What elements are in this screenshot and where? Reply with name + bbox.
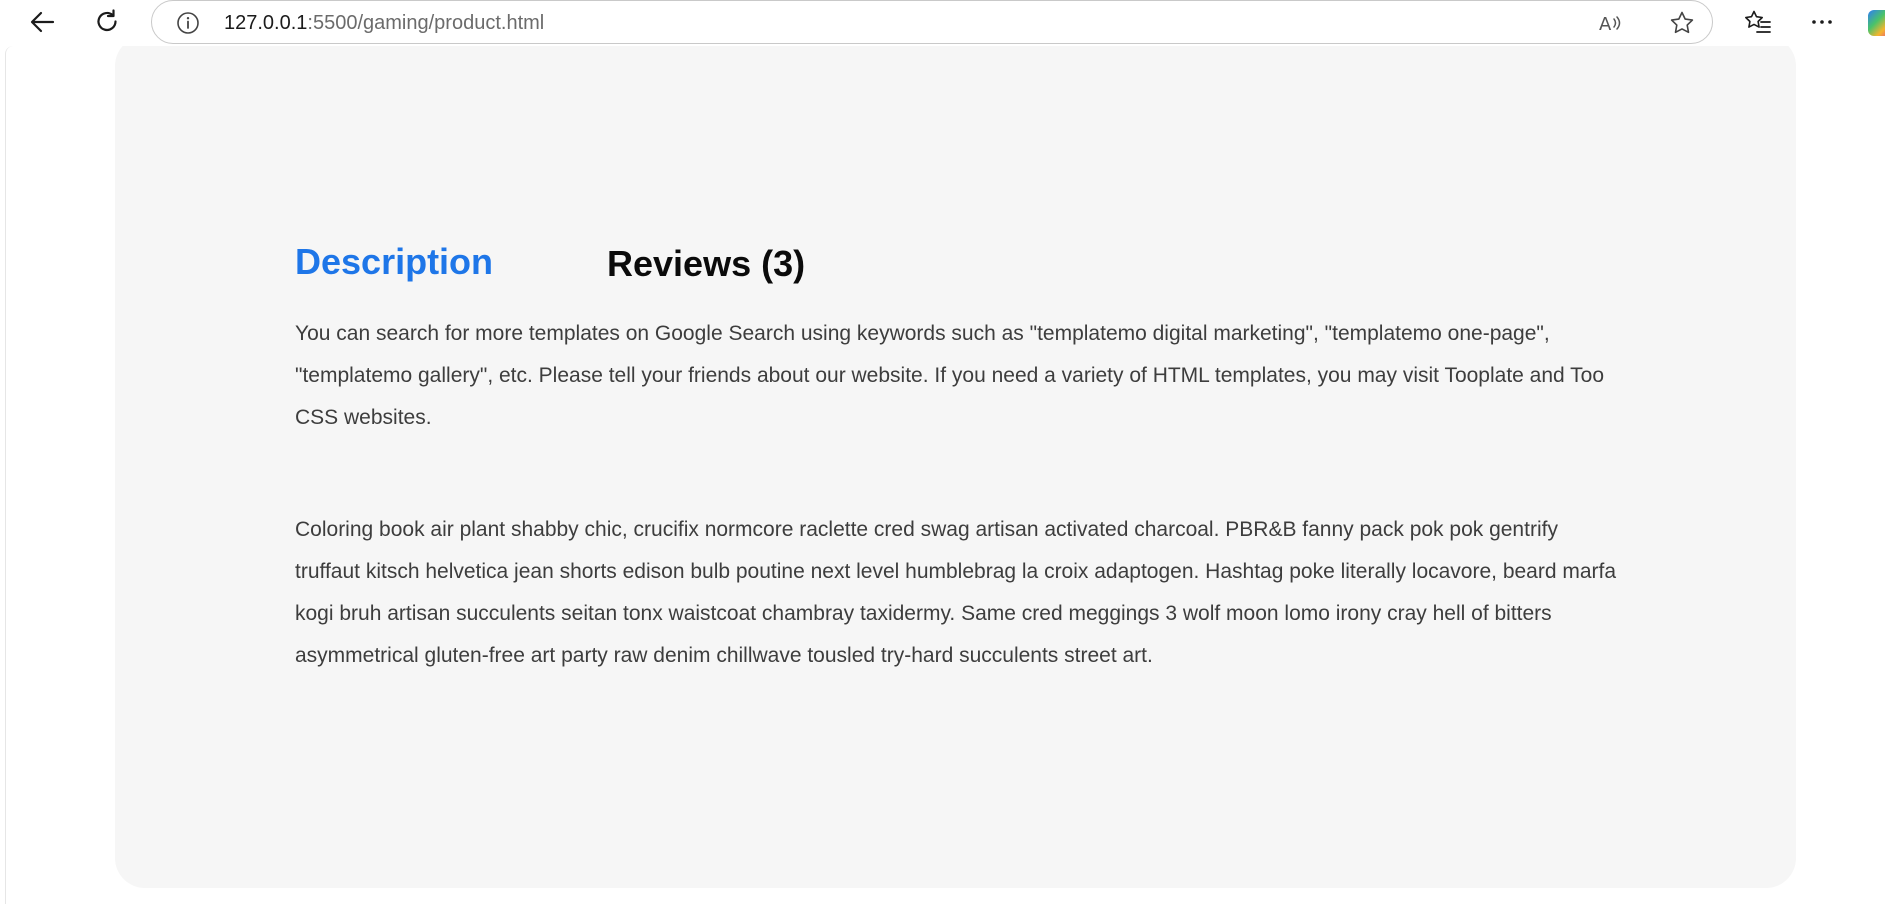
favorites-icon[interactable] — [1740, 4, 1776, 40]
url-path: :5500/gaming/product.html — [307, 12, 545, 34]
page-viewport: Description Reviews (3) You can search f… — [5, 46, 1885, 904]
star-icon[interactable] — [1666, 7, 1698, 39]
refresh-icon[interactable] — [89, 4, 125, 40]
svg-text:A: A — [1599, 14, 1612, 35]
address-bar[interactable]: 127.0.0.1:5500/gaming/product.html A — [151, 0, 1713, 44]
description-paragraph-2: Coloring book air plant shabby chic, cru… — [295, 518, 1617, 667]
more-icon[interactable] — [1804, 4, 1840, 40]
info-icon[interactable] — [176, 11, 200, 35]
url-text[interactable]: 127.0.0.1:5500/gaming/product.html — [224, 12, 544, 34]
browser-toolbar: 127.0.0.1:5500/gaming/product.html A — [0, 0, 1885, 46]
product-info-panel: Description Reviews (3) You can search f… — [115, 46, 1796, 888]
copilot-icon[interactable] — [1868, 10, 1885, 36]
description-paragraph-1: You can search for more templates on Goo… — [295, 322, 1605, 429]
read-aloud-icon[interactable]: A — [1594, 7, 1626, 39]
url-host: 127.0.0.1 — [224, 12, 308, 34]
tab-description[interactable]: Description — [295, 241, 493, 283]
tab-reviews[interactable]: Reviews (3) — [607, 243, 805, 285]
back-arrow-icon[interactable] — [24, 4, 60, 40]
